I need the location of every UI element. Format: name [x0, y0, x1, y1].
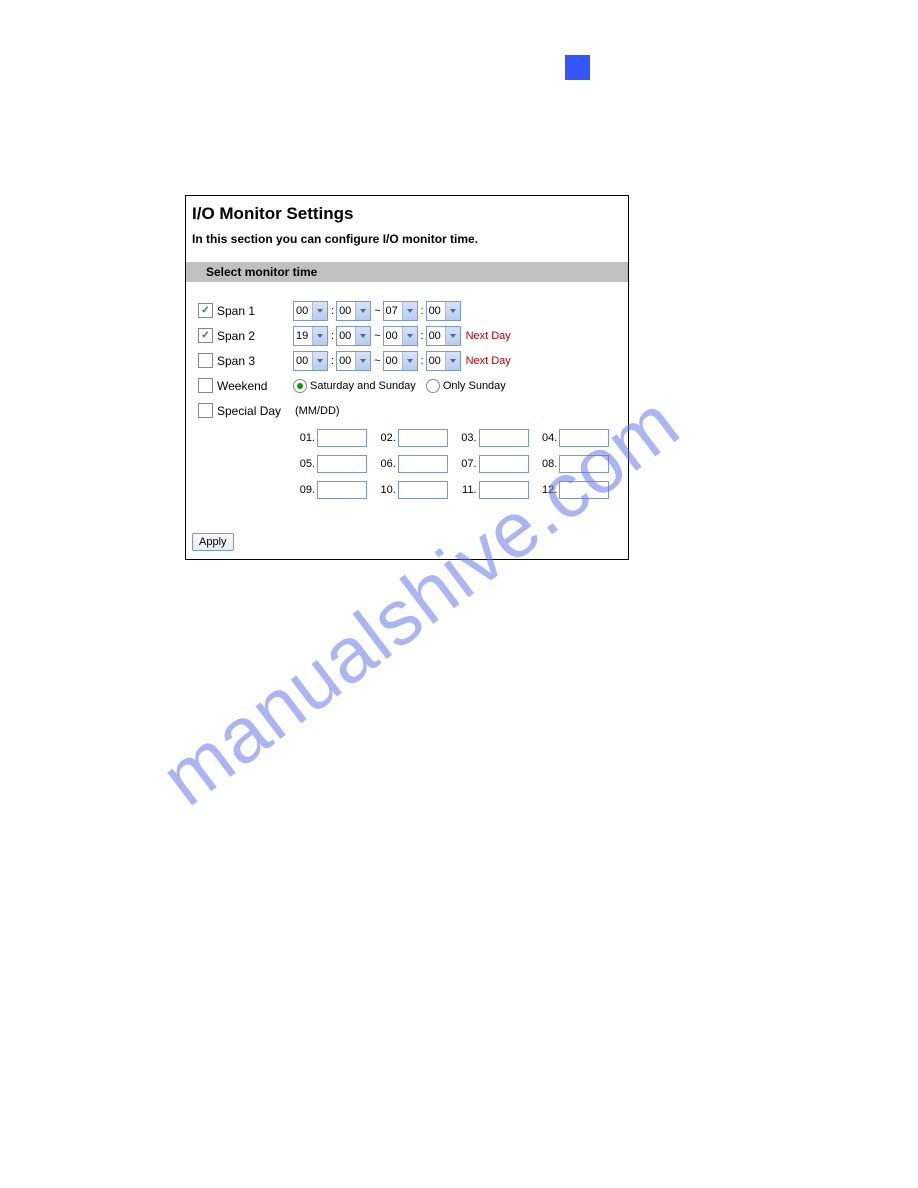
span2-next-day: Next Day: [466, 330, 511, 342]
weekend-radio-sun[interactable]: [426, 379, 440, 393]
span1-row: ✓ Span 1 00 : 00 ~ 07 : 00: [198, 300, 616, 321]
span1-h1-select[interactable]: 00: [293, 301, 328, 321]
special-day-label: Special Day: [217, 404, 281, 418]
date-06-label: 06.: [374, 458, 396, 470]
apply-button[interactable]: Apply: [192, 533, 234, 551]
chevron-down-icon: [355, 302, 370, 320]
span2-row: ✓ Span 2 19 : 00 ~ 00 : 00 Next Day: [198, 325, 616, 346]
chevron-down-icon: [402, 327, 417, 345]
date-09-input[interactable]: [317, 481, 367, 499]
date-12-input[interactable]: [559, 481, 609, 499]
date-10-input[interactable]: [398, 481, 448, 499]
chevron-down-icon: [312, 302, 327, 320]
span3-row: Span 3 00 : 00 ~ 00 : 00 Next Day: [198, 350, 616, 371]
date-07-input[interactable]: [479, 455, 529, 473]
span3-m1-select[interactable]: 00: [336, 351, 371, 371]
section-header: Select monitor time: [186, 262, 628, 282]
date-12-label: 12.: [535, 484, 557, 496]
date-01-input[interactable]: [317, 429, 367, 447]
form-area: ✓ Span 1 00 : 00 ~ 07 : 00 ✓ Span 2 19 :…: [186, 282, 628, 521]
weekend-row: Weekend Saturday and Sunday Only Sunday: [198, 375, 616, 396]
chevron-down-icon: [445, 327, 460, 345]
date-11-input[interactable]: [479, 481, 529, 499]
chevron-down-icon: [402, 302, 417, 320]
date-08-label: 08.: [535, 458, 557, 470]
special-day-row: Special Day (MM/DD): [198, 400, 616, 421]
chevron-down-icon: [355, 327, 370, 345]
sep-tilde: ~: [374, 305, 380, 317]
sep-colon: :: [421, 305, 424, 317]
span3-m2-select[interactable]: 00: [426, 351, 461, 371]
date-04-input[interactable]: [559, 429, 609, 447]
span1-m2-select[interactable]: 00: [426, 301, 461, 321]
span1-h2-select[interactable]: 07: [383, 301, 418, 321]
weekend-label: Weekend: [217, 379, 267, 393]
date-08-input[interactable]: [559, 455, 609, 473]
chevron-down-icon: [445, 352, 460, 370]
date-07-label: 07.: [455, 458, 477, 470]
chevron-down-icon: [355, 352, 370, 370]
special-day-checkbox[interactable]: [198, 403, 213, 418]
panel-title: I/O Monitor Settings: [192, 204, 622, 224]
accent-square: [565, 55, 590, 80]
chevron-down-icon: [312, 352, 327, 370]
span2-label: Span 2: [217, 329, 255, 343]
date-03-label: 03.: [455, 432, 477, 444]
settings-panel: I/O Monitor Settings In this section you…: [185, 195, 629, 560]
span2-checkbox[interactable]: ✓: [198, 328, 213, 343]
sep-colon: :: [331, 305, 334, 317]
weekend-option2-label: Only Sunday: [443, 380, 506, 392]
date-05-input[interactable]: [317, 455, 367, 473]
date-01-label: 01.: [293, 432, 315, 444]
date-11-label: 11.: [455, 484, 477, 496]
chevron-down-icon: [312, 327, 327, 345]
chevron-down-icon: [402, 352, 417, 370]
span3-h2-select[interactable]: 00: [383, 351, 418, 371]
span3-h1-select[interactable]: 00: [293, 351, 328, 371]
date-04-label: 04.: [535, 432, 557, 444]
date-02-input[interactable]: [398, 429, 448, 447]
span1-m1-select[interactable]: 00: [336, 301, 371, 321]
special-day-hint: (MM/DD): [295, 405, 340, 417]
weekend-radio-satsun[interactable]: [293, 379, 307, 393]
date-02-label: 02.: [374, 432, 396, 444]
date-06-input[interactable]: [398, 455, 448, 473]
span2-m1-select[interactable]: 00: [336, 326, 371, 346]
chevron-down-icon: [445, 302, 460, 320]
panel-description: In this section you can configure I/O mo…: [192, 232, 622, 246]
special-day-grid: 01. 02. 03. 04. 05. 06. 07. 08. 09. 10. …: [293, 429, 616, 499]
span3-checkbox[interactable]: [198, 353, 213, 368]
span2-h2-select[interactable]: 00: [383, 326, 418, 346]
weekend-option1-label: Saturday and Sunday: [310, 380, 416, 392]
span2-h1-select[interactable]: 19: [293, 326, 328, 346]
date-03-input[interactable]: [479, 429, 529, 447]
date-10-label: 10.: [374, 484, 396, 496]
span3-next-day: Next Day: [466, 355, 511, 367]
span2-m2-select[interactable]: 00: [426, 326, 461, 346]
span1-checkbox[interactable]: ✓: [198, 303, 213, 318]
span1-label: Span 1: [217, 304, 255, 318]
span3-label: Span 3: [217, 354, 255, 368]
weekend-checkbox[interactable]: [198, 378, 213, 393]
date-09-label: 09.: [293, 484, 315, 496]
date-05-label: 05.: [293, 458, 315, 470]
